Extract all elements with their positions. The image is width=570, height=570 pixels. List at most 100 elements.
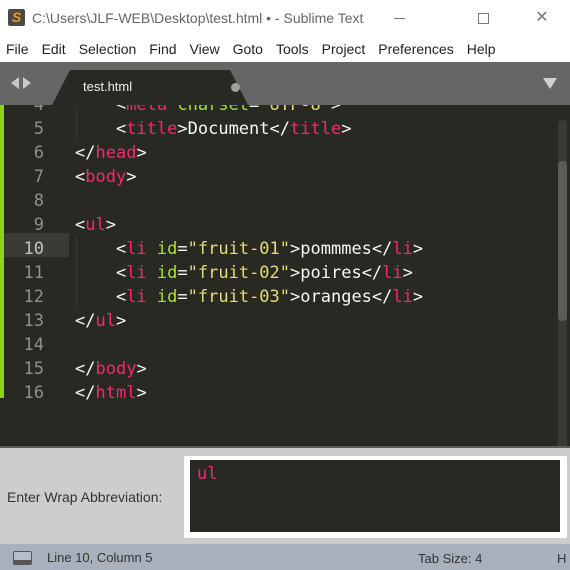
code-line[interactable]: 11 <li id="fruit-02">poires</li> xyxy=(0,261,560,285)
menu-file[interactable]: File xyxy=(6,41,29,57)
menu-selection[interactable]: Selection xyxy=(79,41,137,57)
code-line[interactable]: 5 <title>Document</title> xyxy=(0,117,560,141)
token-attr: id xyxy=(156,287,178,307)
token-punc: </ xyxy=(269,119,290,139)
token-text: Document xyxy=(187,119,270,139)
token-punc: > xyxy=(177,119,188,139)
line-number: 5 xyxy=(33,119,44,139)
token-punc: < xyxy=(75,167,86,187)
token-punc: > xyxy=(136,143,147,163)
code-line[interactable]: 8 xyxy=(0,189,560,213)
token-punc: </ xyxy=(75,383,96,403)
token-punc: > xyxy=(412,287,424,307)
token-punc: > xyxy=(136,359,147,379)
menu-find[interactable]: Find xyxy=(149,41,176,57)
token-tag: li xyxy=(392,239,413,259)
token-punc: < xyxy=(75,287,127,307)
menu-view[interactable]: View xyxy=(190,41,220,57)
menu-project[interactable]: Project xyxy=(322,41,366,57)
tab-size[interactable]: Tab Size: 4 xyxy=(418,551,482,566)
token-punc: < xyxy=(75,263,127,283)
line-number: 8 xyxy=(33,191,44,211)
wrap-abbreviation-label: Enter Wrap Abbreviation: xyxy=(7,489,163,505)
token-punc: </ xyxy=(75,311,96,331)
code-line[interactable]: 7 <body> xyxy=(0,165,560,189)
code-line[interactable]: 6 </head> xyxy=(0,141,560,165)
token-punc: > xyxy=(290,239,301,259)
token-punc: < xyxy=(75,105,127,115)
menu-help[interactable]: Help xyxy=(467,41,496,57)
wrap-abbreviation-panel: Enter Wrap Abbreviation: ul xyxy=(0,446,570,544)
code-line[interactable]: 9 <ul> xyxy=(0,213,560,237)
token-punc: = xyxy=(177,263,188,283)
token-tag: li xyxy=(126,239,147,259)
code-content: <title>Document</title> xyxy=(75,117,352,141)
tab-label: test.html xyxy=(83,79,133,94)
menu-preferences[interactable]: Preferences xyxy=(378,41,453,57)
token-tag: title xyxy=(126,119,178,139)
line-number: 15 xyxy=(23,359,44,379)
token-punc xyxy=(147,287,157,307)
cursor-position[interactable]: Line 10, Column 5 xyxy=(47,550,153,565)
menu-tools[interactable]: Tools xyxy=(276,41,309,57)
token-punc: < xyxy=(75,239,127,259)
code-editor[interactable]: 4 <meta charset="UTF-8"> 5 <title>Documen… xyxy=(0,105,570,446)
token-tag: li xyxy=(382,263,403,283)
chevron-left-icon[interactable] xyxy=(11,77,19,89)
token-punc: < xyxy=(75,119,127,139)
unsaved-dot-icon[interactable] xyxy=(231,83,240,92)
tab-navigation xyxy=(11,77,31,89)
menu-edit[interactable]: Edit xyxy=(42,41,66,57)
token-punc: </ xyxy=(361,263,383,283)
close-icon: ✕ xyxy=(535,9,549,26)
panel-toggle-icon[interactable] xyxy=(13,551,32,565)
line-number: 4 xyxy=(33,105,44,115)
wrap-abbreviation-input[interactable]: ul xyxy=(190,460,560,532)
chevron-down-icon[interactable] xyxy=(543,78,557,89)
close-button[interactable]: ✕ xyxy=(519,0,565,36)
token-punc: < xyxy=(75,215,86,235)
code-line[interactable]: 15 </body> xyxy=(0,357,560,381)
token-tag: li xyxy=(392,287,413,307)
code-line[interactable]: 16 </html> xyxy=(0,381,560,405)
token-str: "fruit-03" xyxy=(187,287,291,307)
code-content: <li id="fruit-01">pommmes</li> xyxy=(75,237,423,261)
status-bar: Line 10, Column 5 Tab Size: 4 H xyxy=(0,544,570,570)
menu-goto[interactable]: Goto xyxy=(233,41,263,57)
tab-test-html[interactable]: test.html xyxy=(52,70,248,105)
token-punc: > xyxy=(126,167,137,187)
line-number: 10 xyxy=(23,239,44,259)
token-punc: = xyxy=(177,287,188,307)
token-punc: > xyxy=(105,215,116,235)
code-line[interactable]: 13 </ul> xyxy=(0,309,560,333)
sublime-text-logo-icon: S xyxy=(8,9,25,26)
code-content: <li id="fruit-02">poires</li> xyxy=(75,261,413,285)
token-punc: > xyxy=(330,105,342,115)
code-line[interactable]: 10 <li id="fruit-01">pommmes</li> xyxy=(0,237,560,261)
minimize-icon xyxy=(393,17,405,19)
token-punc: > xyxy=(115,311,127,331)
token-punc: > xyxy=(402,263,413,283)
maximize-button[interactable] xyxy=(460,0,506,36)
code-content: </head> xyxy=(75,141,147,165)
chevron-right-icon[interactable] xyxy=(23,77,31,89)
code-line[interactable]: 12 <li id="fruit-03">oranges</li> xyxy=(0,285,560,309)
menu-bar: File Edit Selection Find View Goto Tools… xyxy=(0,36,570,62)
minimize-button[interactable] xyxy=(376,0,422,36)
line-number: 11 xyxy=(23,263,44,283)
title-bar: S C:\Users\JLF-WEB\Desktop\test.html • -… xyxy=(0,0,570,36)
token-punc xyxy=(167,105,177,115)
code-line[interactable]: 14 xyxy=(0,333,560,357)
maximize-icon xyxy=(477,12,489,24)
code-line[interactable]: 4 <meta charset="UTF-8"> xyxy=(0,105,560,117)
scrollbar-thumb[interactable] xyxy=(558,161,567,321)
line-number: 14 xyxy=(23,335,44,355)
token-tag: meta xyxy=(126,105,168,115)
token-tag: body xyxy=(85,167,127,187)
token-punc: > xyxy=(290,263,301,283)
token-tag: title xyxy=(290,119,342,139)
line-number: 6 xyxy=(33,143,44,163)
syntax-selector[interactable]: H xyxy=(557,551,566,566)
code-content: <li id="fruit-03">oranges</li> xyxy=(75,285,423,309)
token-punc xyxy=(147,239,157,259)
